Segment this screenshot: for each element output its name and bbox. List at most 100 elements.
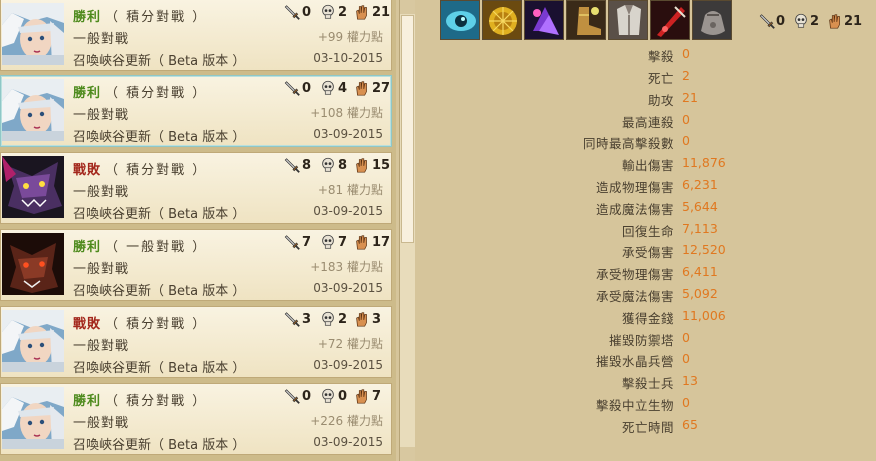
kda-stats: 7 7 17	[283, 232, 391, 252]
champion-avatar	[2, 3, 64, 65]
stat-value: 0	[682, 133, 690, 148]
ip-earned: +183 權力點	[310, 260, 383, 274]
ip-earned: +99 權力點	[317, 30, 383, 44]
game-mode: 一般對戰	[73, 185, 130, 200]
stat-value: 21	[682, 90, 698, 105]
boots-item-icon[interactable]	[566, 0, 606, 40]
stat-row: 回復生命 7,113	[430, 219, 876, 239]
stat-label: 獲得金錢	[621, 311, 674, 326]
kills-count: 7	[302, 234, 312, 250]
stat-label: 擊殺士兵	[621, 376, 674, 391]
scroll-up-arrow[interactable]	[400, 0, 415, 14]
kills-count: 0	[302, 4, 312, 20]
kills-icon	[283, 233, 301, 251]
stat-label: 造成魔法傷害	[595, 202, 674, 217]
assists-icon	[353, 310, 371, 328]
kda-stats: 0 0 7	[283, 386, 391, 406]
champion-avatar	[2, 310, 64, 372]
deaths-count: 8	[338, 157, 348, 173]
deaths-count: 0	[338, 388, 348, 404]
deaths-count: 4	[338, 80, 348, 96]
assists-count: 15	[372, 157, 391, 173]
stat-label: 造成物理傷害	[595, 180, 674, 195]
match-result: 戰敗	[73, 163, 102, 178]
deaths-icon	[319, 156, 337, 174]
deaths-count: 2	[338, 311, 348, 327]
purple-crystal-item-icon[interactable]	[524, 0, 564, 40]
deaths-icon	[319, 79, 337, 97]
queue-type: （ 積分對戰 ）	[105, 163, 208, 178]
deaths-icon	[319, 3, 337, 21]
gray-pouch-item-icon[interactable]	[692, 0, 732, 40]
stat-label: 死亡時間	[621, 420, 674, 435]
kills-count: 0	[302, 388, 312, 404]
stat-row: 造成魔法傷害 5,644	[430, 197, 876, 217]
stat-row: 擊殺中立生物 0	[430, 393, 876, 413]
stat-value: 2	[682, 68, 690, 83]
stat-value: 5,092	[682, 286, 718, 301]
detail-kills: 0	[776, 13, 786, 29]
ip-earned: +81 權力點	[317, 183, 383, 197]
match-date: 03-09-2015	[313, 435, 383, 449]
assists-icon	[353, 387, 371, 405]
map-name: 召喚峽谷更新（ Beta 版本 ）	[73, 361, 246, 376]
ip-earned: +226 權力點	[310, 414, 383, 428]
champion-avatar	[2, 79, 64, 141]
match-row[interactable]: 勝利 （ 積分對戰 ） 一般對戰 召喚峽谷更新（ Beta 版本 ） 0 0 7…	[0, 383, 392, 455]
stat-value: 0	[682, 46, 690, 61]
stat-value: 0	[682, 351, 690, 366]
deaths-icon	[319, 310, 337, 328]
match-row[interactable]: 勝利 （ 積分對戰 ） 一般對戰 召喚峽谷更新（ Beta 版本 ） 0 2 2…	[0, 0, 392, 71]
stat-value: 13	[682, 373, 698, 388]
ip-earned: +72 權力點	[317, 337, 383, 351]
queue-type: （ 積分對戰 ）	[105, 317, 208, 332]
red-blade-item-icon[interactable]	[650, 0, 690, 40]
stat-value: 6,231	[682, 177, 718, 192]
kills-icon	[283, 156, 301, 174]
stat-value: 7,113	[682, 221, 718, 236]
stat-row: 最高連殺 0	[430, 110, 876, 130]
map-name: 召喚峽谷更新（ Beta 版本 ）	[73, 54, 246, 69]
gold-sun-item-icon[interactable]	[482, 0, 522, 40]
stat-value: 0	[682, 330, 690, 345]
match-row[interactable]: 戰敗 （ 積分對戰 ） 一般對戰 召喚峽谷更新（ Beta 版本 ） 8 8 1…	[0, 152, 392, 224]
kills-icon	[283, 79, 301, 97]
stat-row: 擊殺士兵 13	[430, 371, 876, 391]
stat-value: 0	[682, 395, 690, 410]
deaths-count: 2	[338, 4, 348, 20]
champion-avatar	[2, 156, 64, 218]
match-row[interactable]: 戰敗 （ 積分對戰 ） 一般對戰 召喚峽谷更新（ Beta 版本 ） 3 2 3…	[0, 306, 392, 378]
deaths-icon	[319, 233, 337, 251]
map-name: 召喚峽谷更新（ Beta 版本 ）	[73, 207, 246, 222]
stat-row: 死亡時間 65	[430, 415, 876, 435]
match-row-selected[interactable]: 勝利 （ 積分對戰 ） 一般對戰 召喚峽谷更新（ Beta 版本 ） 0 4 2…	[0, 75, 392, 147]
stat-value: 11,876	[682, 155, 726, 170]
match-result: 勝利	[73, 86, 102, 101]
kills-icon	[758, 12, 776, 30]
champion-avatar	[2, 233, 64, 295]
stat-row: 承受物理傷害 6,411	[430, 262, 876, 282]
stat-value: 65	[682, 417, 698, 432]
match-list-scrollbar[interactable]	[399, 0, 415, 461]
match-row[interactable]: 勝利 （ 一般對戰 ） 一般對戰 召喚峽谷更新（ Beta 版本 ） 7 7 1…	[0, 229, 392, 301]
assists-count: 21	[372, 4, 391, 20]
armor-vest-item-icon[interactable]	[608, 0, 648, 40]
stat-label: 擊殺中立生物	[595, 398, 674, 413]
assists-count: 3	[372, 311, 382, 327]
kills-count: 3	[302, 311, 312, 327]
detail-assists: 21	[844, 13, 863, 29]
stat-label: 擊殺	[647, 49, 674, 64]
queue-type: （ 積分對戰 ）	[105, 86, 208, 101]
map-name: 召喚峽谷更新（ Beta 版本 ）	[73, 438, 246, 453]
eye-item-icon[interactable]	[440, 0, 480, 40]
stat-label: 死亡	[647, 71, 674, 86]
scroll-down-arrow[interactable]	[400, 447, 415, 461]
kda-stats: 0 2 21	[283, 2, 391, 22]
stat-row: 摧毀水晶兵營 0	[430, 349, 876, 369]
assists-icon	[353, 79, 371, 97]
game-mode: 一般對戰	[73, 108, 130, 123]
match-result: 勝利	[73, 10, 102, 25]
detail-deaths: 2	[810, 13, 820, 29]
scrollbar-thumb[interactable]	[401, 15, 414, 243]
game-mode: 一般對戰	[73, 32, 130, 47]
